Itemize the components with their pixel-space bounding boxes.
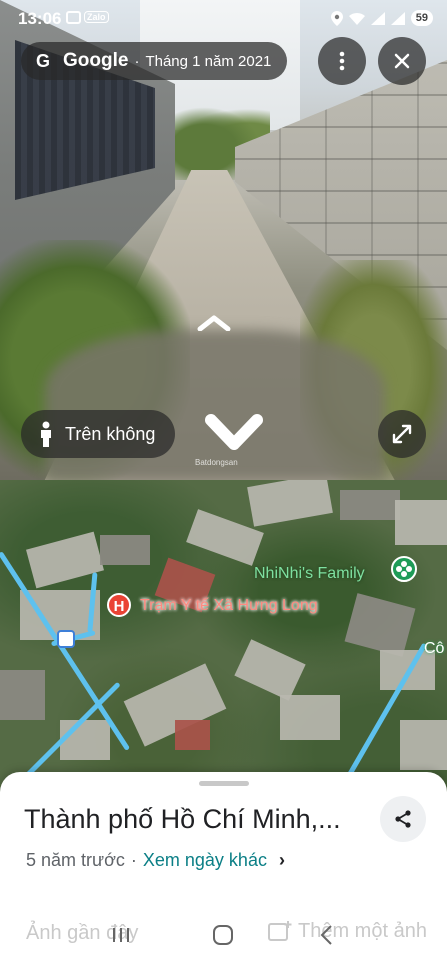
more-options-button[interactable] <box>318 37 366 85</box>
signal-2-icon <box>390 11 405 25</box>
battery-level: 59 <box>410 10 433 26</box>
fullscreen-button[interactable] <box>378 410 426 458</box>
back-icon <box>320 924 332 945</box>
close-icon <box>394 53 410 69</box>
google-g-icon: G <box>35 50 50 71</box>
place-sheet[interactable]: Thành phố Hồ Chí Minh,... 5 năm trước · … <box>0 772 447 959</box>
separator: · <box>134 52 140 70</box>
zalo-icon: Zalo <box>84 11 109 23</box>
status-time: 13:06 <box>18 9 62 28</box>
screenshot-icon <box>66 11 81 24</box>
back-button[interactable] <box>312 921 340 949</box>
clinic-pin-icon[interactable]: H <box>107 593 131 617</box>
separator: · <box>130 850 137 870</box>
bus-stop-icon[interactable] <box>57 630 75 648</box>
satellite-map[interactable]: H Trạm Y tế Xã Hưng Long NhiNhi's Family… <box>0 480 447 800</box>
building <box>247 480 333 527</box>
aerial-view-button[interactable]: Trên không <box>21 410 176 458</box>
building <box>344 593 416 657</box>
road-label: Cô <box>424 640 445 657</box>
building <box>60 720 110 760</box>
recent-apps-button[interactable] <box>107 921 135 949</box>
wifi-icon <box>348 12 365 25</box>
building <box>395 500 447 545</box>
pegman-icon <box>41 421 51 447</box>
date-row: 5 năm trước · Xem ngày khác › <box>26 850 285 871</box>
more-vert-icon <box>339 51 345 71</box>
watermark: Batdongsan <box>195 458 238 467</box>
status-right: 59 <box>330 10 433 26</box>
capture-date: Tháng 1 năm 2021 <box>145 52 272 70</box>
building <box>175 720 210 750</box>
building <box>280 695 340 740</box>
clinic-label[interactable]: Trạm Y tế Xã Hưng Long <box>140 597 318 615</box>
photo-age: 5 năm trước <box>26 850 125 870</box>
building <box>340 490 400 520</box>
move-forward-arrow-icon[interactable] <box>197 315 231 331</box>
location-icon <box>330 10 343 26</box>
share-button[interactable] <box>380 796 426 842</box>
recents-icon <box>113 927 130 942</box>
home-icon <box>213 924 234 945</box>
status-bar: 13:06 Zalo 59 <box>0 0 447 38</box>
street-view-header[interactable]: G Google · Tháng 1 năm 2021 <box>21 42 288 80</box>
home-button[interactable] <box>209 921 237 949</box>
move-back-arrow-icon[interactable] <box>205 410 263 454</box>
place-title: Thành phố Hồ Chí Minh,... <box>24 804 341 834</box>
brand-name: Google <box>63 50 129 71</box>
share-icon <box>395 810 411 828</box>
flower-pin-icon[interactable] <box>391 556 417 582</box>
building <box>234 639 306 701</box>
building <box>100 535 150 565</box>
system-nav-bar <box>0 910 447 959</box>
chevron-right-icon[interactable]: › <box>279 850 285 871</box>
family-label[interactable]: NhiNhi's Family <box>254 565 365 583</box>
building <box>0 670 45 720</box>
aerial-view-label: Trên không <box>65 423 156 444</box>
signal-icon <box>370 11 385 25</box>
expand-icon <box>392 424 412 444</box>
flower-icon <box>396 561 412 577</box>
drag-handle[interactable] <box>199 781 249 786</box>
other-dates-link[interactable]: Xem ngày khác <box>143 850 267 871</box>
close-button[interactable] <box>378 37 426 85</box>
building <box>400 720 447 770</box>
